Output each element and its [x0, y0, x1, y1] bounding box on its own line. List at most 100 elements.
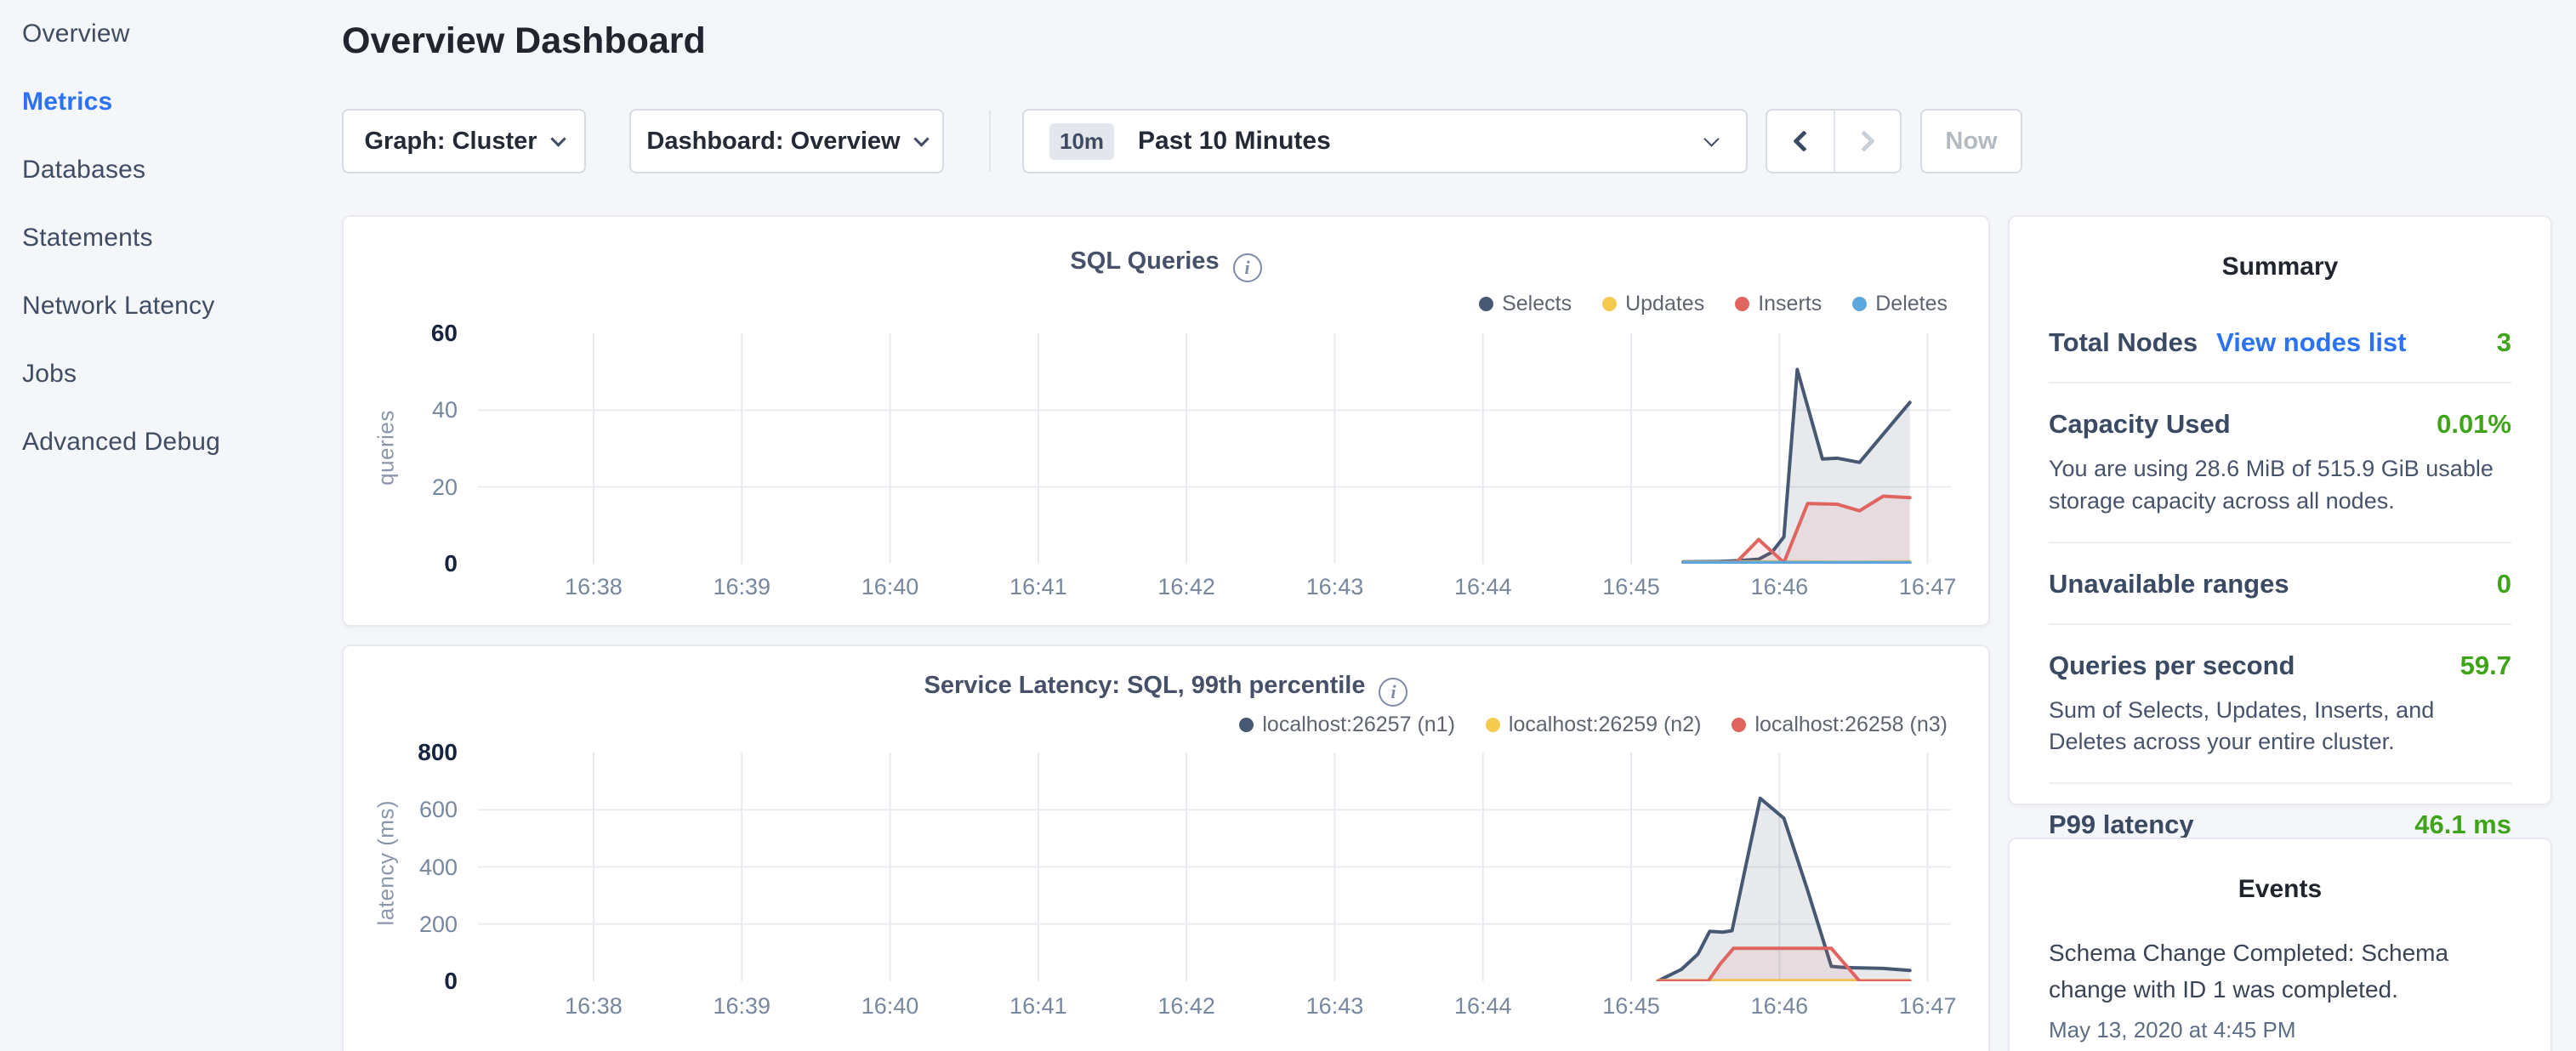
legend-dot-icon — [1852, 297, 1867, 311]
summary-row-top: Total Nodes View nodes list 3 — [2049, 327, 2511, 358]
x-tick-label: 16:38 — [526, 574, 662, 600]
x-tick-label: 16:45 — [1563, 993, 1699, 1020]
summary-row-description: Sum of Selects, Updates, Inserts, and De… — [2049, 695, 2511, 759]
x-tick-label: 16:43 — [1266, 993, 1402, 1020]
legend-label: Selects — [1502, 292, 1572, 316]
summary-row-queries-per-second: Queries per second59.7 Sum of Selects, Up… — [2049, 625, 2511, 785]
x-tick-label: 16:44 — [1415, 574, 1551, 600]
y-tick-label: 400 — [364, 853, 458, 882]
sidebar-item-advanced-debug[interactable]: Advanced Debug — [0, 408, 342, 476]
chart-title-row: SQL Queries i — [344, 247, 1988, 282]
info-icon[interactable]: i — [1379, 678, 1407, 707]
summary-row-label: Total Nodes — [2049, 327, 2198, 358]
x-tick-label: 16:46 — [1711, 993, 1847, 1020]
time-window-badge: 10m — [1049, 123, 1114, 160]
summary-row-value: 59.7 — [2460, 650, 2511, 681]
view-nodes-list-link[interactable]: View nodes list — [2216, 327, 2406, 358]
summary-row-label: Unavailable ranges — [2049, 569, 2289, 599]
sidebar-item-statements[interactable]: Statements — [0, 204, 342, 272]
x-tick-label: 16:42 — [1118, 993, 1254, 1020]
summary-row-value: 3 — [2497, 327, 2511, 358]
sidebar-item-jobs[interactable]: Jobs — [0, 340, 342, 408]
legend-item-localhost-26258-n3: localhost:26258 (n3) — [1732, 713, 1948, 737]
sidebar-item-network-latency[interactable]: Network Latency — [0, 272, 342, 340]
legend-item-localhost-26259-n2: localhost:26259 (n2) — [1486, 713, 1702, 737]
dashboard-dropdown-label: Dashboard: Overview — [646, 128, 900, 156]
legend-dot-icon — [1239, 718, 1254, 732]
y-tick-label: 40 — [364, 395, 458, 424]
summary-row-description: You are using 28.6 MiB of 515.9 GiB usab… — [2049, 453, 2511, 518]
legend-item-updates: Updates — [1602, 292, 1704, 316]
legend-item-localhost-26257-n1: localhost:26257 (n1) — [1239, 713, 1455, 737]
sidebar-item-databases[interactable]: Databases — [0, 136, 342, 204]
chart-legend: localhost:26257 (n1) localhost:26259 (n2)… — [1239, 713, 1948, 737]
summary-row-label: Capacity Used — [2049, 409, 2231, 440]
summary-row-value: 46.1 ms — [2414, 810, 2511, 840]
info-icon[interactable]: i — [1233, 253, 1262, 282]
y-tick-label: 200 — [364, 910, 458, 939]
event-timestamp: May 13, 2020 at 4:45 PM — [2049, 1017, 2511, 1043]
legend-label: localhost:26259 (n2) — [1509, 713, 1702, 737]
legend-label: Inserts — [1758, 292, 1822, 316]
event-items: Schema Change Completed: Schema change w… — [2049, 935, 2511, 1043]
summary-row-top: Queries per second59.7 — [2049, 650, 2511, 681]
x-tick-label: 16:38 — [526, 993, 662, 1020]
events-panel: Events Schema Change Completed: Schema c… — [2008, 838, 2552, 1051]
x-tick-label: 16:47 — [1860, 574, 1996, 600]
x-tick-label: 16:39 — [674, 574, 810, 600]
chevron-down-icon — [1703, 131, 1719, 146]
service-latency-sql-99th-percentile-chart-card: Service Latency: SQL, 99th percentile i lo… — [342, 645, 1990, 1051]
x-tick-label: 16:45 — [1563, 574, 1699, 600]
summary-row-capacity-used: Capacity Used 0.01% You are using 28.6 MiB… — [2049, 383, 2511, 543]
summary-row-top: Unavailable ranges0 — [2049, 569, 2511, 599]
summary-row-unavailable-ranges: Unavailable ranges0 — [2049, 543, 2511, 625]
legend-label: localhost:26257 (n1) — [1262, 713, 1455, 737]
event-list-item[interactable]: Schema Change Completed: Schema change w… — [2049, 935, 2511, 1043]
page-title: Overview Dashboard — [342, 20, 706, 62]
time-back-button[interactable] — [1767, 111, 1834, 172]
chevron-right-icon — [1853, 130, 1874, 151]
summary-title: Summary — [2049, 217, 2511, 281]
summary-row-value: 0.01% — [2437, 409, 2511, 440]
chart-title: Service Latency: SQL, 99th percentile — [924, 672, 1366, 699]
graph-dropdown[interactable]: Graph: Cluster — [342, 109, 586, 173]
x-tick-label: 16:47 — [1860, 993, 1996, 1020]
sql-queries-chart-card: SQL Queries i Selects Updates Inserts Deletes… — [342, 215, 1990, 627]
legend-item-deletes: Deletes — [1852, 292, 1948, 316]
events-title: Events — [2049, 839, 2511, 904]
now-button[interactable]: Now — [1920, 109, 2022, 173]
sql-queries-plot-area[interactable] — [478, 333, 1951, 564]
sidebar: OverviewMetricsDatabasesStatementsNetwor… — [0, 0, 342, 476]
legend-dot-icon — [1479, 297, 1493, 311]
y-tick-label: 600 — [364, 795, 458, 824]
service-latency-sql-99th-percentile-plot-area[interactable] — [478, 753, 1951, 981]
dashboard-dropdown[interactable]: Dashboard: Overview — [629, 109, 944, 173]
time-forward-button[interactable] — [1834, 111, 1900, 172]
sidebar-item-overview[interactable]: Overview — [0, 0, 342, 68]
y-tick-label: 20 — [364, 473, 458, 502]
page: OverviewMetricsDatabasesStatementsNetwor… — [0, 0, 2576, 1051]
time-nav-group — [1766, 109, 1902, 173]
legend-dot-icon — [1732, 718, 1746, 732]
chevron-down-icon — [913, 131, 929, 146]
legend-item-selects: Selects — [1479, 292, 1572, 316]
chart-title: SQL Queries — [1070, 247, 1219, 275]
chart-legend: Selects Updates Inserts Deletes — [1479, 292, 1948, 316]
x-tick-label: 16:40 — [822, 574, 958, 600]
event-message: Schema Change Completed: Schema change w… — [2049, 935, 2511, 1008]
legend-label: Updates — [1625, 292, 1704, 316]
legend-label: localhost:26258 (n3) — [1754, 713, 1948, 737]
legend-dot-icon — [1735, 297, 1749, 311]
summary-row-top: P99 latency 46.1 ms — [2049, 810, 2511, 840]
y-tick-label: 800 — [364, 738, 458, 767]
sidebar-item-metrics[interactable]: Metrics — [0, 68, 342, 136]
summary-row-total-nodes: Total Nodes View nodes list 3 — [2049, 302, 2511, 383]
y-tick-label: 0 — [364, 549, 458, 578]
x-tick-label: 16:39 — [674, 993, 810, 1020]
time-window-label: Past 10 Minutes — [1138, 127, 1691, 156]
x-tick-label: 16:44 — [1415, 993, 1551, 1020]
time-window-dropdown[interactable]: 10m Past 10 Minutes — [1022, 109, 1748, 173]
summary-row-label: P99 latency — [2049, 810, 2194, 840]
summary-row-top: Capacity Used 0.01% — [2049, 409, 2511, 440]
x-tick-label: 16:46 — [1711, 574, 1847, 600]
